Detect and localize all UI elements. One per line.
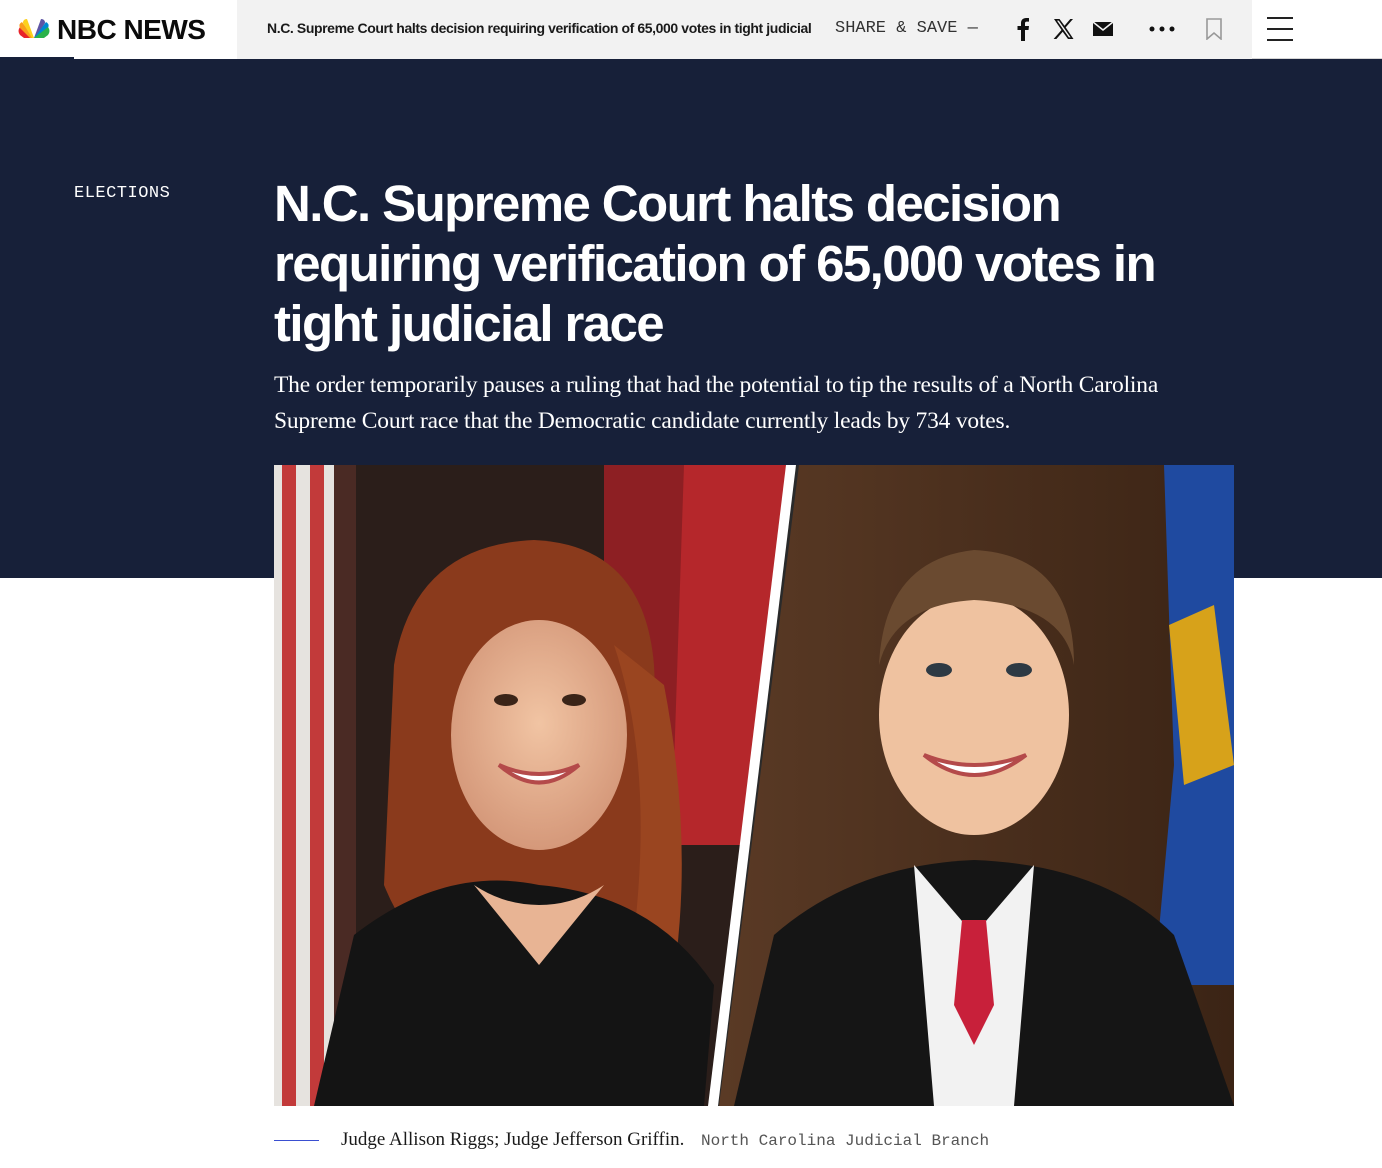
share-bar: N.C. Supreme Court halts decision requir… [237,0,1252,59]
facebook-icon [1017,18,1029,41]
menu-icon-bar [1267,39,1293,41]
share-save-label: SHARE & SAVE — [835,19,978,38]
nbc-peacock-logo [18,19,50,38]
email-share-button[interactable] [1089,15,1117,43]
article-dek: The order temporarily pauses a ruling th… [274,372,1159,434]
photo-credit: North Carolina Judicial Branch [701,1132,990,1150]
menu-icon-bar [1267,28,1293,30]
top-navigation: NBC NEWS N.C. Supreme Court halts decisi… [0,0,1382,59]
hamburger-menu-button[interactable] [1267,17,1293,41]
lead-photo-illustration [274,465,1234,1106]
sticky-headline: N.C. Supreme Court halts decision requir… [267,20,815,36]
more-icon [1149,26,1175,32]
save-bookmark-button[interactable] [1200,15,1228,43]
caption-rule [274,1140,319,1141]
bookmark-icon [1206,18,1222,40]
x-share-button[interactable] [1049,15,1077,43]
facebook-share-button[interactable] [1009,15,1037,43]
email-icon [1093,22,1113,36]
x-icon [1053,19,1074,39]
photo-caption: Judge Allison Riggs; Judge Jefferson Gri… [341,1129,685,1150]
section-label[interactable]: ELECTIONS [74,184,170,203]
menu-icon [1267,17,1293,19]
lead-photo [274,465,1234,1106]
article-headline: N.C. Supreme Court halts decision requir… [274,175,1157,352]
brand-wordmark: NBC NEWS [57,14,206,45]
more-options-button[interactable] [1148,15,1176,43]
logo-link[interactable]: NBC NEWS [0,0,237,59]
